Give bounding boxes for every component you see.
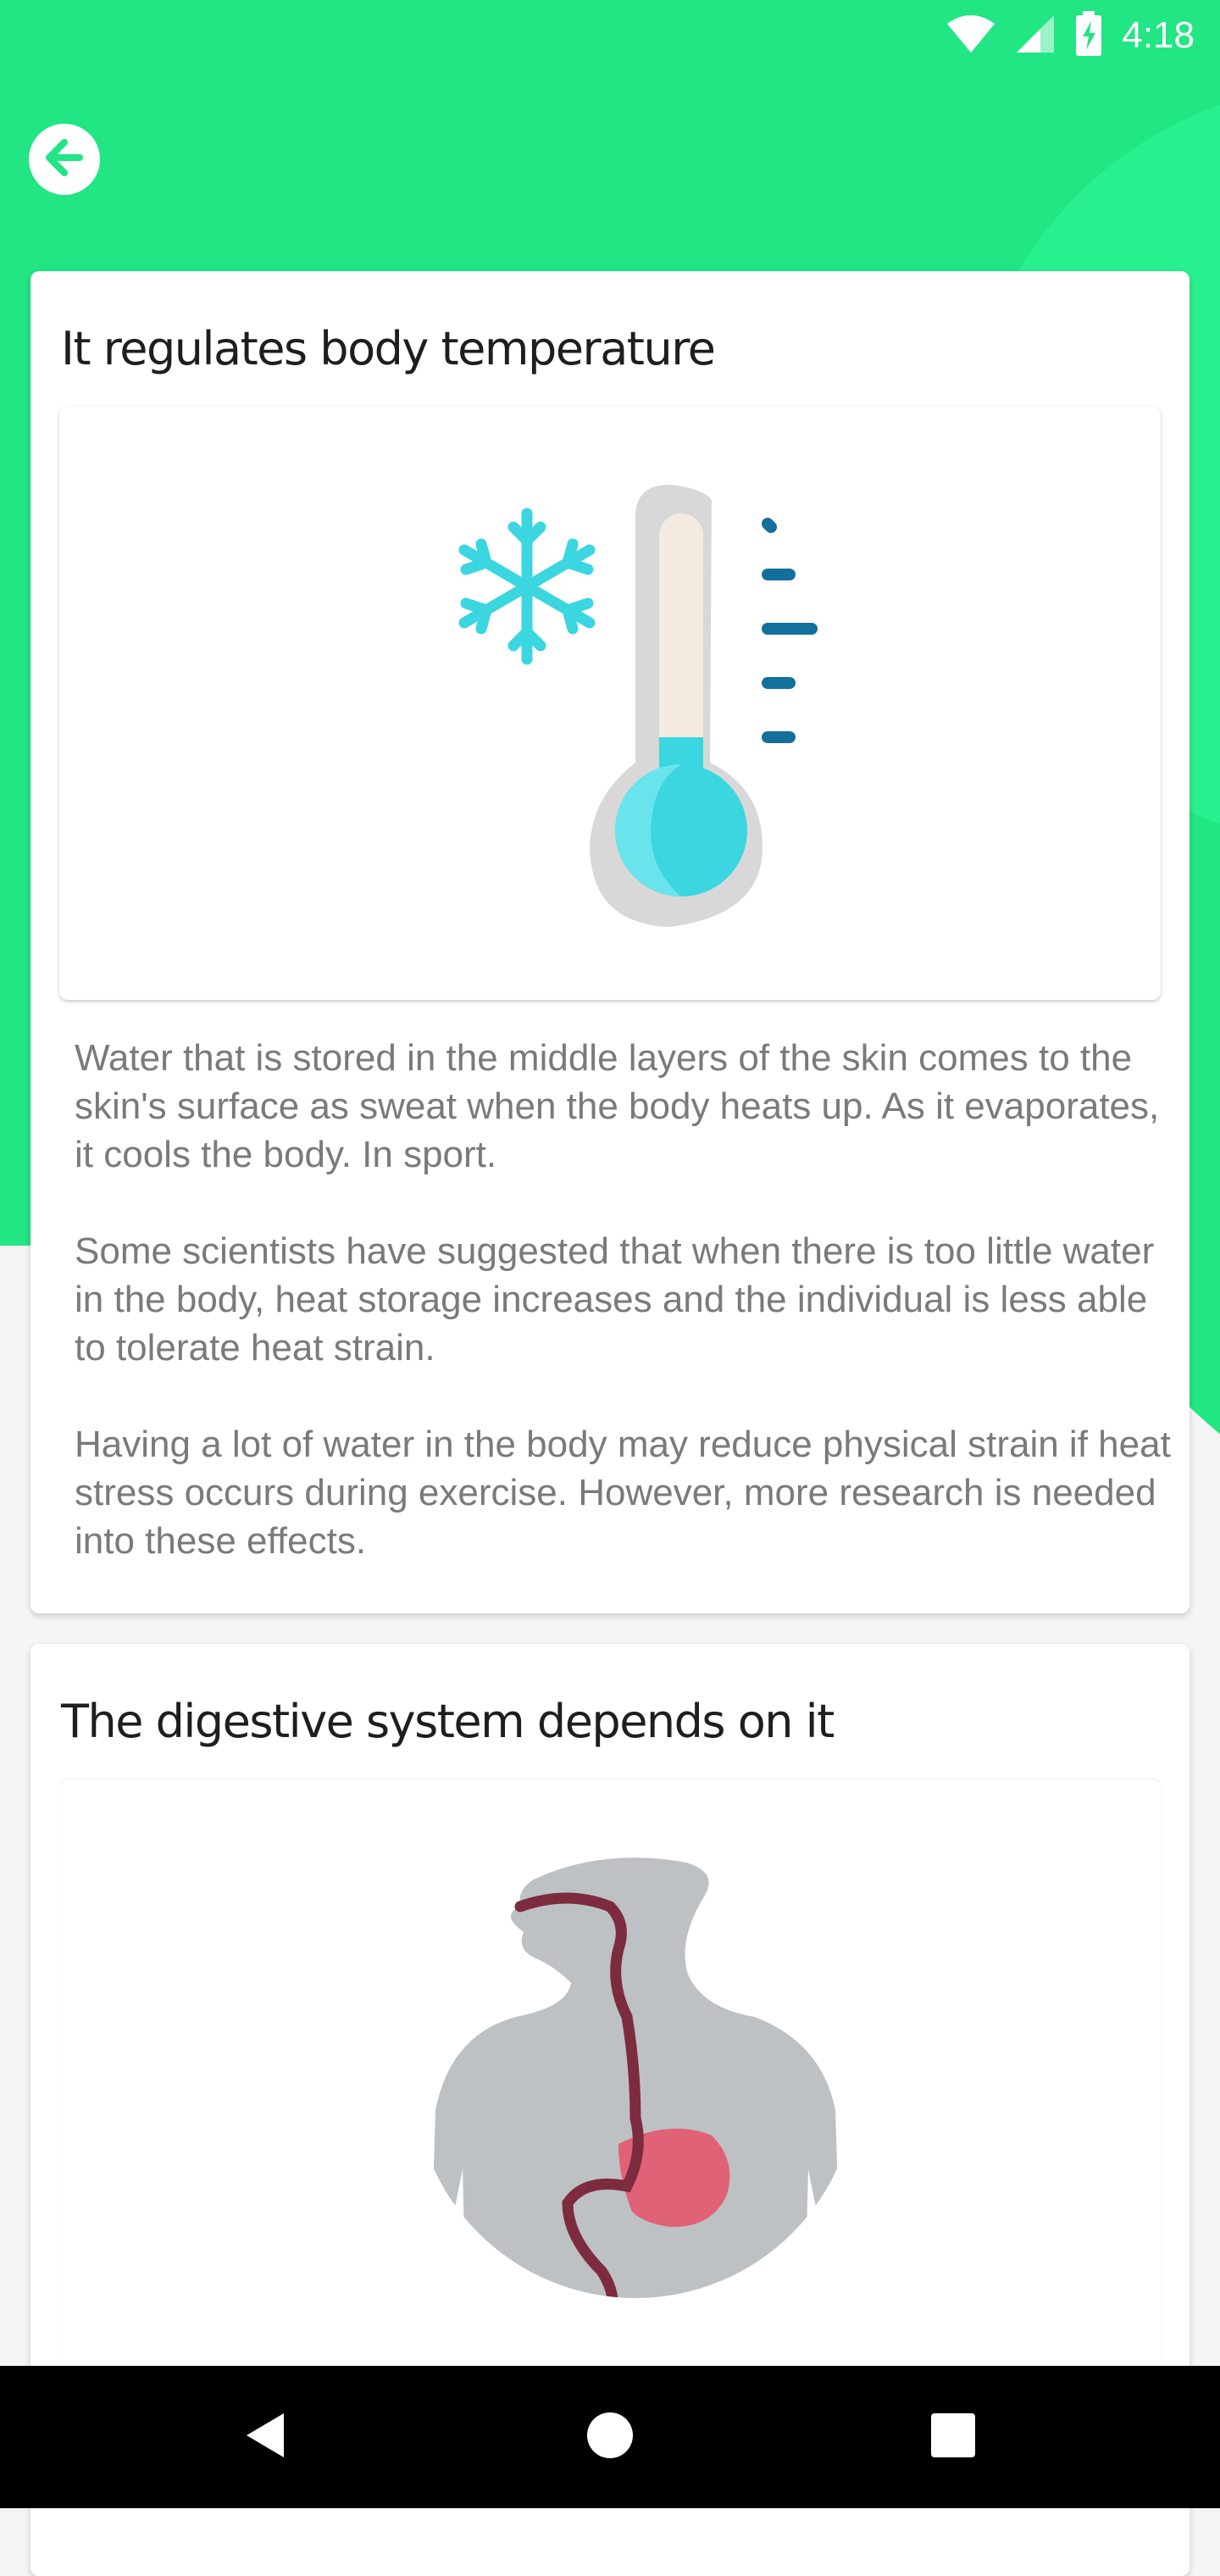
nav-home-button[interactable] bbox=[555, 2366, 665, 2508]
card-paragraph: Water that is stored in the middle layer… bbox=[75, 1037, 1160, 1175]
wifi-icon bbox=[946, 14, 996, 58]
nav-recents-button[interactable] bbox=[898, 2366, 1008, 2508]
info-card-temperature: It regulates body temperature Water that… bbox=[30, 271, 1190, 1613]
arrow-left-icon bbox=[39, 132, 90, 187]
card-image bbox=[59, 1779, 1161, 2407]
card-title: It regulates body temperature bbox=[61, 322, 716, 375]
nav-back-button[interactable] bbox=[212, 2366, 322, 2508]
digestive-system-illustration bbox=[432, 1857, 839, 2298]
recents-square-icon bbox=[929, 2412, 977, 2463]
snowflake-icon bbox=[458, 508, 596, 665]
battery-charging-icon bbox=[1074, 10, 1103, 61]
status-bar: 4:18 bbox=[0, 0, 1220, 71]
home-circle-icon bbox=[585, 2410, 635, 2465]
card-paragraph: Some scientists have suggested that when… bbox=[75, 1230, 1155, 1368]
status-time: 4:18 bbox=[1122, 14, 1195, 56]
cell-signal-icon bbox=[1015, 14, 1056, 58]
card-paragraph: Having a lot of water in the body may re… bbox=[75, 1424, 1171, 1562]
thermometer-snowflake-illustration bbox=[458, 485, 818, 927]
card-title: The digestive system depends on it bbox=[61, 1695, 835, 1748]
system-navigation-bar bbox=[0, 2366, 1220, 2508]
back-button[interactable] bbox=[29, 124, 100, 195]
card-image bbox=[59, 407, 1161, 1000]
back-triangle-icon bbox=[241, 2410, 292, 2465]
thermometer-icon bbox=[590, 485, 762, 927]
